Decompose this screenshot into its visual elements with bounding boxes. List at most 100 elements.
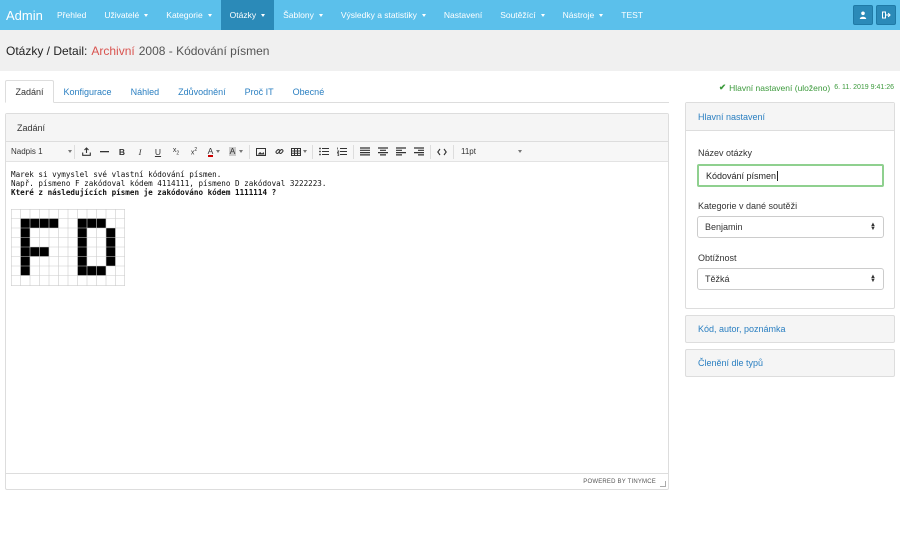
numbered-list-button[interactable] [333,142,351,162]
align-left-icon [396,147,406,156]
bold-button[interactable]: B [113,142,131,162]
nav-label: TEST [621,10,644,20]
text-color-button[interactable]: A [203,142,225,162]
subscript-button[interactable]: x2 [167,142,185,162]
font-size-select[interactable]: 11pt [456,147,522,156]
toolbar-divider [249,144,250,159]
check-icon: ✔ [718,82,727,92]
user-icon [859,11,867,19]
nav-item-soutezici[interactable]: Soutěžící [491,0,553,30]
table-icon [291,147,301,156]
format-select[interactable]: Nadpis 1 [6,147,72,156]
editor-content[interactable]: Marek si vymyslel své vlastní kódování p… [6,162,668,472]
source-code-button[interactable] [433,142,451,162]
background-color-button[interactable]: A [225,142,247,162]
nav-item-prehled[interactable]: Přehled [48,0,95,30]
toolbar-divider [430,144,431,159]
nav-item-otazky[interactable]: Otázky [220,0,275,30]
upload-button[interactable] [77,142,95,162]
horizontal-rule-button[interactable] [95,142,113,162]
align-justify-button[interactable] [356,142,374,162]
saved-timestamp: 6. 11. 2019 9:41:26 [834,84,894,91]
caret-down-icon [261,13,266,17]
logout-icon [881,11,891,19]
image-icon [256,147,266,156]
text-color-icon: A [207,145,214,157]
caret-down-icon [421,13,426,17]
nav-label: Šablony [283,10,314,20]
nav-item-sablony[interactable]: Šablony [274,0,332,30]
image-button[interactable] [252,142,270,162]
align-left-button[interactable] [392,142,410,162]
question-title: 2008 - Kódování písmen [138,43,270,58]
nav-label: Nastavení [443,10,483,20]
caret-down-icon [599,13,604,17]
fd-grid-image [11,209,125,286]
nav-label: Přehled [57,10,87,20]
link-button[interactable] [270,142,288,162]
caret-down-icon [540,13,545,17]
tab-nahled[interactable]: Náhled [121,80,169,103]
toolbar-divider [312,144,313,159]
tab-obecne[interactable]: Obecné [283,80,334,103]
difficulty-select[interactable]: Těžká ▲ ▼ [697,268,884,290]
superscript-button[interactable]: x2 [185,142,203,162]
bold-icon: B [118,146,126,157]
underline-icon: U [154,146,162,157]
main-settings-header[interactable]: Hlavní nastavení [686,103,894,131]
editor-question-line: Které z následujících písmen je zakódová… [11,188,277,197]
bullet-list-icon [319,147,329,156]
nav-label: Nástroje [562,10,595,20]
format-select-value: Nadpis 1 [11,147,43,156]
tab-zduvodneni[interactable]: Zdůvodnění [169,80,236,103]
link-icon [275,149,283,154]
editor-text-line: Marek si vymyslel své vlastní kódování p… [11,170,222,179]
text-cursor [777,170,779,181]
category-label: Kategorie v dané soutěži [698,201,798,211]
nav-item-nastaveni[interactable]: Nastavení [435,0,491,30]
tab-zadani[interactable]: Zadání [5,80,55,103]
align-justify-icon [360,147,370,156]
align-center-icon [378,147,388,156]
nav-item-nastroje[interactable]: Nástroje [554,0,613,30]
caret-down-icon [144,13,149,17]
nav-label: Soutěžící [500,10,536,20]
powered-by-label[interactable]: POWERED BY TINYMCE [583,479,656,485]
nav-label: Otázky [229,10,257,20]
difficulty-select-value: Těžká [705,274,730,284]
tab-konfigurace[interactable]: Konfigurace [54,80,121,103]
tab-proc-it[interactable]: Proč IT [235,80,283,103]
caret-down-icon [207,13,212,17]
updown-arrows-icon: ▲ ▼ [870,274,876,284]
editor-toolbar: Nadpis 1 B I U x2 x2 A A 11pt [6,142,668,162]
nav-item-uzivatele[interactable]: Uživatelé [95,0,157,30]
saved-status: ✔ Hlavní nastavení (uloženo) 6. 11. 2019… [719,82,894,93]
align-right-button[interactable] [410,142,428,162]
underline-button[interactable]: U [149,142,167,162]
editor-panel-title: Zadání [6,114,668,142]
italic-button[interactable]: I [131,142,149,162]
numbered-list-icon [337,147,347,156]
type-breakdown-panel[interactable]: Členění dle typů [685,349,895,377]
question-name-input[interactable]: Kódování písmen [697,164,884,187]
user-button[interactable] [853,5,873,25]
toolbar-divider [453,144,454,159]
table-button[interactable] [288,142,310,162]
breadcrumb: Otázky / Detail: [6,43,88,58]
category-select-value: Benjamin [705,222,743,232]
brand-logo[interactable]: Admin [0,8,48,23]
subscript-icon: x2 [172,146,180,157]
nav-item-vysledky[interactable]: Výsledky a statistiky [332,0,435,30]
toolbar-divider [353,144,354,159]
logout-button[interactable] [876,5,896,25]
resize-handle-icon[interactable] [660,481,666,487]
bullet-list-button[interactable] [315,142,333,162]
caret-down-icon [68,150,72,153]
page-title: Otázky / Detail: Archivní 2008 - Kódován… [0,30,900,71]
align-center-button[interactable] [374,142,392,162]
caret-down-icon [518,150,522,153]
code-author-note-panel[interactable]: Kód, autor, poznámka [685,315,895,343]
nav-item-kategorie[interactable]: Kategorie [157,0,220,30]
category-select[interactable]: Benjamin ▲ ▼ [697,216,884,238]
nav-item-test[interactable]: TEST [612,0,652,30]
